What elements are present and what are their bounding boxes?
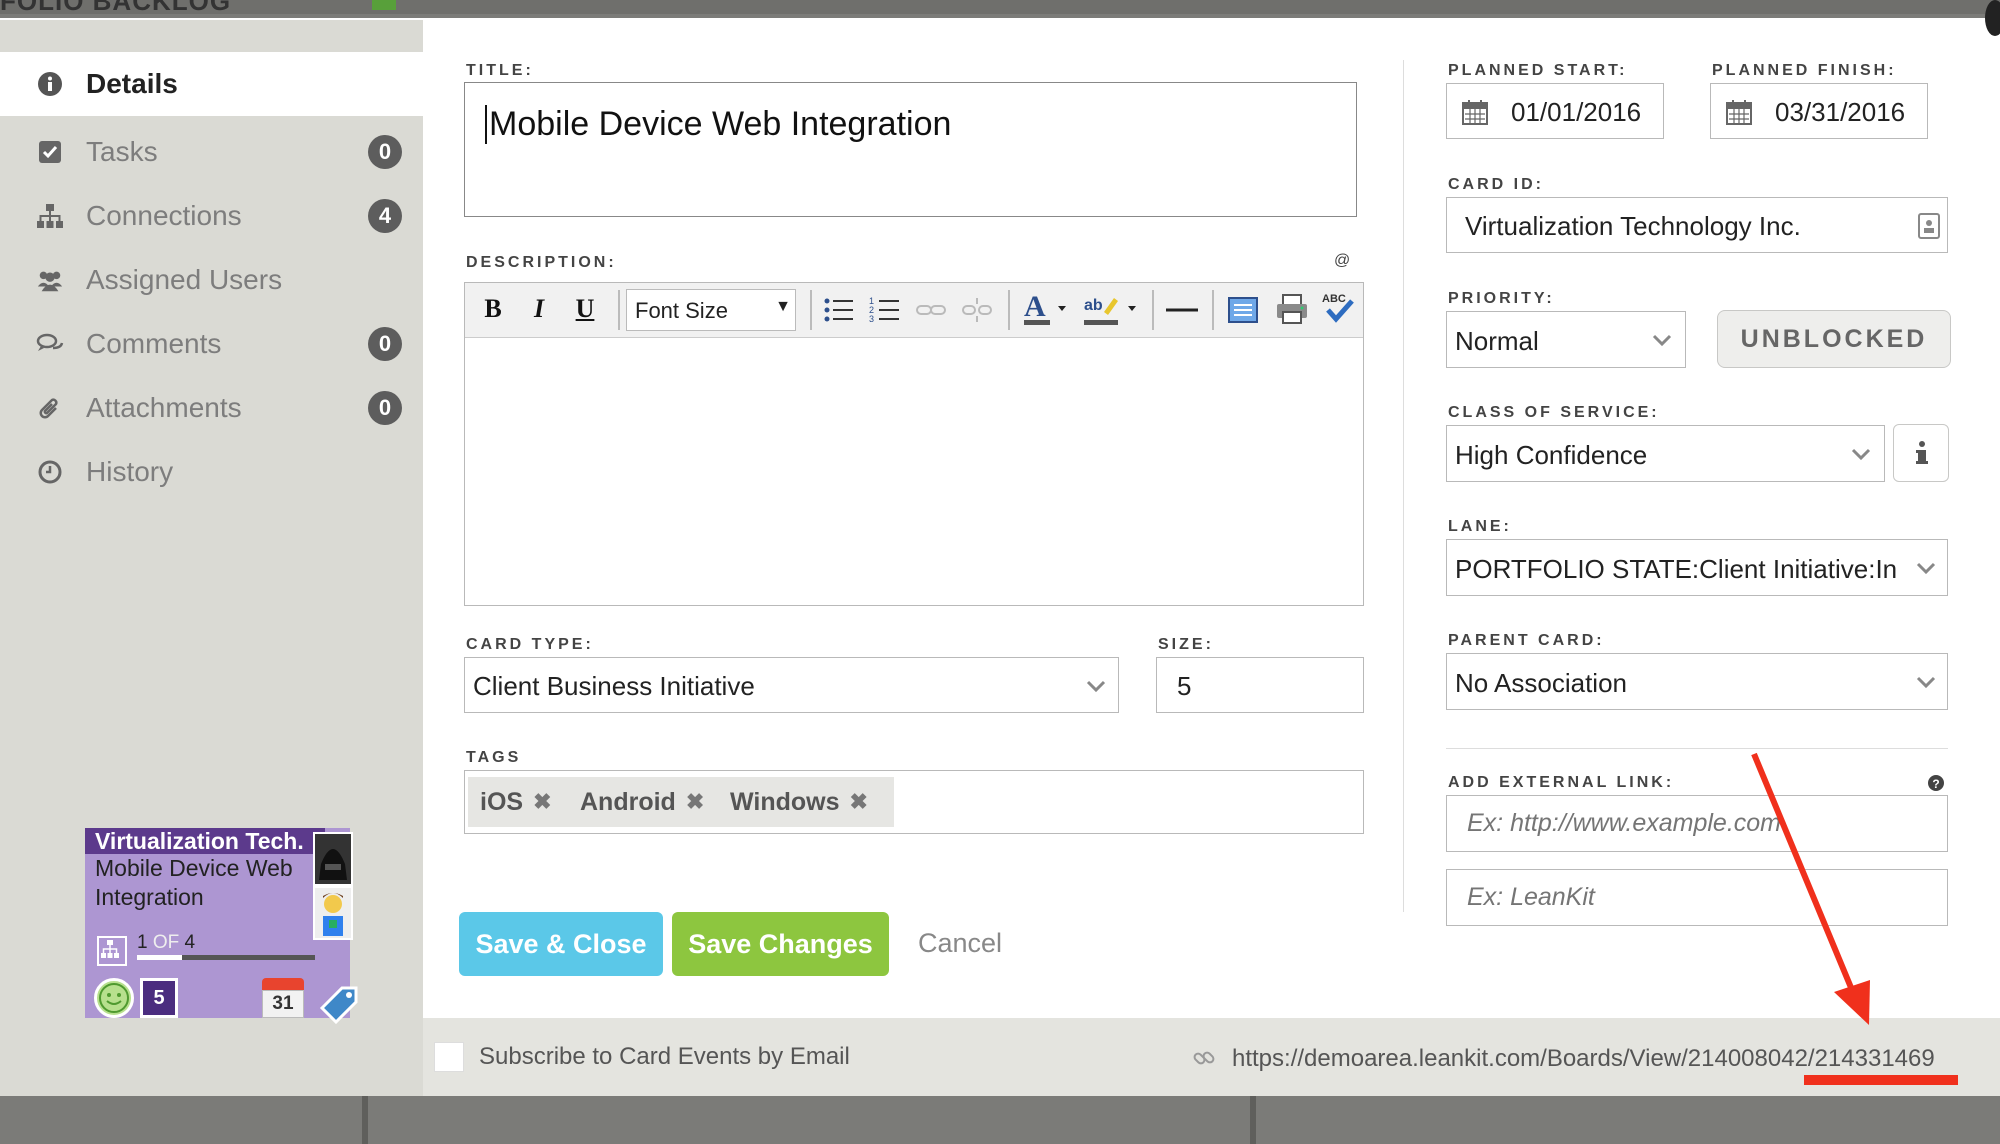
red-arrow-annotation — [1751, 752, 1958, 1085]
